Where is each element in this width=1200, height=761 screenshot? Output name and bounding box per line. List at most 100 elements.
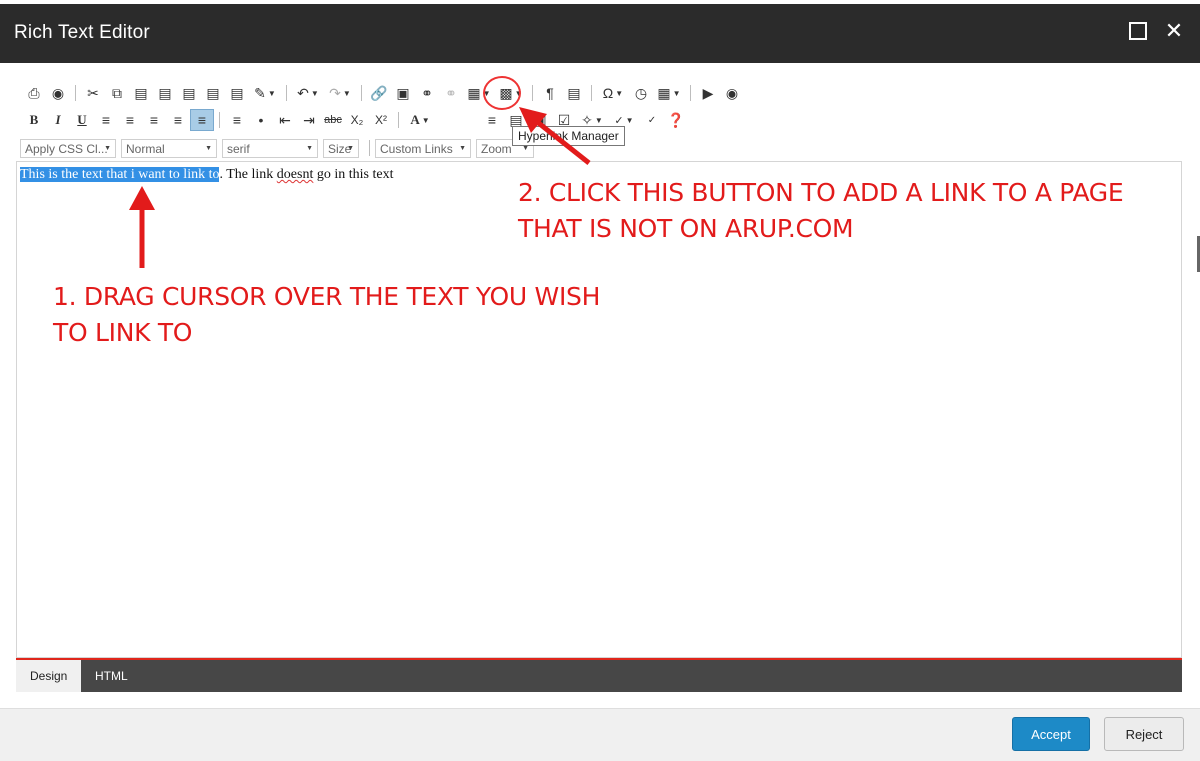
- strikethrough-icon: abc: [324, 114, 342, 126]
- clock-icon: ◷: [634, 84, 648, 101]
- insert-symbol-button[interactable]: Ω ▼: [597, 82, 629, 104]
- misspelled-word[interactable]: doesnt: [277, 167, 314, 182]
- chevron-down-icon: ▼: [594, 115, 603, 125]
- custom-links-value: Custom Links: [380, 141, 453, 156]
- accept-button[interactable]: Accept: [1012, 717, 1090, 751]
- align-left-icon: ≡: [101, 112, 111, 128]
- horizontal-rule-icon: ≡: [487, 112, 497, 128]
- align-right-button[interactable]: ≡: [142, 109, 166, 131]
- close-button[interactable]: ✕: [1162, 19, 1186, 43]
- redo-icon: ↷: [329, 84, 341, 101]
- toolbar-separator: [361, 85, 362, 101]
- form-button[interactable]: ▤: [562, 82, 586, 104]
- element-plus-icon: ▦: [657, 84, 671, 101]
- zoom-value: Zoom: [481, 141, 512, 156]
- selected-text[interactable]: This is the text that i want to link to: [20, 167, 220, 182]
- chevron-down-icon: ▼: [342, 88, 351, 98]
- step1-line1: 1. DRAG CURSOR OVER THE TEXT YOU WISH: [53, 282, 601, 311]
- binoculars-icon: ◉: [51, 84, 65, 101]
- hyperlink-manager-button[interactable]: ⚭: [415, 82, 439, 104]
- preview-button[interactable]: ▶: [696, 82, 720, 104]
- chevron-down-icon: ▼: [615, 88, 624, 98]
- insert-horizontal-rule-button[interactable]: ≡: [480, 109, 504, 131]
- toolbar-separator: [219, 112, 220, 128]
- cut-button[interactable]: ✂: [81, 82, 105, 104]
- toolbar-separator: [591, 85, 592, 101]
- justify-button[interactable]: ≡: [166, 109, 190, 131]
- css-class-dropdown[interactable]: Apply CSS Cl... ▼: [20, 138, 116, 158]
- help-button[interactable]: ❓: [664, 109, 688, 131]
- table-icon: ▦: [467, 84, 481, 101]
- superscript-button[interactable]: X²: [369, 109, 393, 131]
- underline-button[interactable]: U: [70, 109, 94, 131]
- w3c-check-icon: ✓: [647, 114, 657, 126]
- align-right-icon: ≡: [149, 112, 159, 128]
- paste-word-button[interactable]: ▤: [153, 82, 177, 104]
- body-text-before: . The link: [219, 167, 277, 182]
- custom-links-dropdown[interactable]: Custom Links ▼: [375, 138, 471, 158]
- indent-icon: ⇥: [303, 111, 315, 128]
- about-button[interactable]: ◉: [720, 82, 744, 104]
- show-formatting-button[interactable]: ¶: [538, 82, 562, 104]
- undo-button[interactable]: ↶ ▼: [292, 82, 324, 104]
- strikethrough-button[interactable]: abc: [321, 109, 345, 131]
- insert-date-button[interactable]: ◷: [629, 82, 653, 104]
- maximize-button[interactable]: [1126, 19, 1150, 43]
- form-icon: ▤: [567, 84, 581, 101]
- justify-icon: ≡: [173, 112, 183, 128]
- insert-media-button[interactable]: ▣: [391, 82, 415, 104]
- chevron-down-icon: ▼: [347, 144, 354, 152]
- subscript-icon: X₂: [350, 113, 364, 127]
- indent-button[interactable]: ⇥: [297, 109, 321, 131]
- accessibility-check-button[interactable]: ✓: [640, 109, 664, 131]
- copy-button[interactable]: ⧉: [105, 82, 129, 104]
- align-center-button[interactable]: ≡: [118, 109, 142, 131]
- bullet-list-button[interactable]: •: [249, 109, 273, 131]
- paste-clean-button[interactable]: ▤: [177, 82, 201, 104]
- font-family-dropdown[interactable]: serif ▼: [222, 138, 318, 158]
- step1-line2: TO LINK TO: [53, 318, 193, 347]
- paste-icon: ▤: [134, 84, 148, 101]
- step2-annotation: 2. CLICK THIS BUTTON TO ADD A LINK TO A …: [518, 175, 1124, 247]
- find-button[interactable]: ◉: [46, 82, 70, 104]
- italic-button[interactable]: I: [46, 109, 70, 131]
- bold-button[interactable]: B: [22, 109, 46, 131]
- step1-annotation: 1. DRAG CURSOR OVER THE TEXT YOU WISH TO…: [53, 279, 600, 351]
- align-center-icon: ≡: [125, 112, 135, 128]
- numbered-list-icon: ≡: [232, 112, 242, 128]
- font-color-button[interactable]: A ▼: [404, 109, 436, 131]
- content-paragraph[interactable]: This is the text that i want to link to.…: [20, 167, 393, 183]
- font-size-dropdown[interactable]: Size ▼: [323, 138, 359, 158]
- chevron-down-icon: ▼: [459, 144, 466, 152]
- paragraph-style-value: Normal: [126, 141, 165, 156]
- bullet-list-icon: •: [258, 112, 264, 128]
- close-icon: ✕: [1164, 18, 1184, 43]
- css-class-value: Apply CSS Cl...: [25, 141, 108, 156]
- print-icon: ⎙: [28, 84, 40, 101]
- toolbar-separator: [75, 85, 76, 101]
- remove-link-button[interactable]: ⚭: [439, 82, 463, 104]
- print-button[interactable]: ⎙: [22, 82, 46, 104]
- justify-none-button[interactable]: ≡: [190, 109, 214, 131]
- subscript-button[interactable]: X₂: [345, 109, 369, 131]
- paragraph-style-dropdown[interactable]: Normal ▼: [121, 138, 217, 158]
- paste-html-icon: ▤: [230, 84, 244, 101]
- paste-plain-button[interactable]: ▤: [201, 82, 225, 104]
- tab-html[interactable]: HTML: [81, 660, 142, 692]
- paste-button[interactable]: ▤: [129, 82, 153, 104]
- toolbar-separator: [369, 140, 370, 156]
- chevron-down-icon: ▼: [421, 115, 430, 125]
- numbered-list-button[interactable]: ≡: [225, 109, 249, 131]
- outdent-button[interactable]: ⇤: [273, 109, 297, 131]
- tab-design[interactable]: Design: [16, 660, 82, 692]
- reject-button[interactable]: Reject: [1104, 717, 1184, 751]
- chevron-down-icon: ▼: [625, 115, 634, 125]
- insert-link-button[interactable]: 🔗: [367, 82, 391, 104]
- paste-html-button[interactable]: ▤: [225, 82, 249, 104]
- insert-element-button[interactable]: ▦ ▼: [653, 82, 685, 104]
- redo-button[interactable]: ↷ ▼: [324, 82, 356, 104]
- superscript-icon: X²: [375, 113, 387, 127]
- align-left-button[interactable]: ≡: [94, 109, 118, 131]
- toolbar-separator: [532, 85, 533, 101]
- format-stripper-button[interactable]: ✎ ▼: [249, 82, 281, 104]
